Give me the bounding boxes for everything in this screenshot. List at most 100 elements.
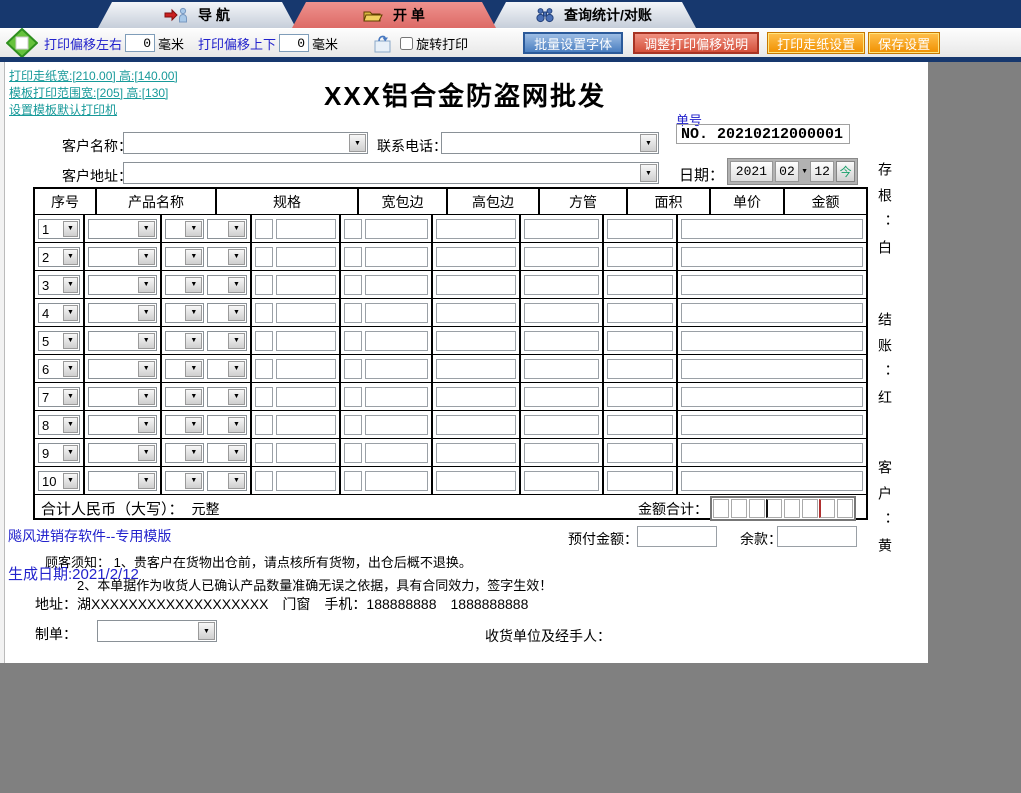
amount-input[interactable]: [681, 443, 863, 463]
height-edge-flag-input[interactable]: [344, 415, 362, 435]
amount-input[interactable]: [681, 415, 863, 435]
unit-price-input[interactable]: [607, 219, 673, 239]
square-tube-input[interactable]: [436, 331, 516, 351]
spec-combo-1[interactable]: ▼: [165, 247, 205, 267]
product-name-combo[interactable]: ▼: [88, 359, 157, 379]
spec-combo-2[interactable]: ▼: [207, 415, 247, 435]
adjust-offset-help-button[interactable]: 调整打印偏移说明: [633, 32, 759, 54]
width-edge-flag-input[interactable]: [255, 303, 273, 323]
area-input[interactable]: [524, 275, 599, 295]
spec-combo-1[interactable]: ▼: [165, 359, 205, 379]
height-edge-input[interactable]: [365, 359, 428, 379]
width-edge-input[interactable]: [276, 359, 336, 379]
height-edge-flag-input[interactable]: [344, 247, 362, 267]
product-name-combo[interactable]: ▼: [88, 471, 157, 491]
row-number-combo[interactable]: 9▼: [38, 443, 80, 463]
spec-combo-2[interactable]: ▼: [207, 471, 247, 491]
height-edge-flag-input[interactable]: [344, 443, 362, 463]
tab-query-statistics[interactable]: 查询统计/对账: [492, 2, 696, 28]
product-name-combo[interactable]: ▼: [88, 443, 157, 463]
product-name-combo[interactable]: ▼: [88, 219, 157, 239]
square-tube-input[interactable]: [436, 471, 516, 491]
amount-input[interactable]: [681, 471, 863, 491]
amount-input[interactable]: [681, 275, 863, 295]
spec-combo-1[interactable]: ▼: [165, 331, 205, 351]
area-input[interactable]: [524, 359, 599, 379]
spec-combo-1[interactable]: ▼: [165, 303, 205, 323]
unit-price-input[interactable]: [607, 387, 673, 407]
balance-input[interactable]: [777, 526, 857, 547]
square-tube-input[interactable]: [436, 219, 516, 239]
unit-price-input[interactable]: [607, 415, 673, 435]
width-edge-input[interactable]: [276, 415, 336, 435]
phone-combo[interactable]: ▼: [441, 132, 659, 154]
width-edge-input[interactable]: [276, 331, 336, 351]
spec-combo-1[interactable]: ▼: [165, 219, 205, 239]
prepaid-input[interactable]: [637, 526, 717, 547]
unit-price-input[interactable]: [607, 303, 673, 323]
height-edge-input[interactable]: [365, 275, 428, 295]
unit-price-input[interactable]: [607, 331, 673, 351]
spec-combo-2[interactable]: ▼: [207, 303, 247, 323]
unit-price-input[interactable]: [607, 359, 673, 379]
width-edge-input[interactable]: [276, 275, 336, 295]
spec-combo-2[interactable]: ▼: [207, 443, 247, 463]
height-edge-input[interactable]: [365, 443, 428, 463]
paper-size-link[interactable]: 打印走纸宽:[210.00] 高:[140.00]: [9, 68, 178, 85]
square-tube-input[interactable]: [436, 275, 516, 295]
default-printer-link[interactable]: 设置模板默认打印机: [9, 102, 178, 119]
width-edge-flag-input[interactable]: [255, 219, 273, 239]
tab-navigation[interactable]: 导 航: [98, 2, 296, 28]
height-edge-input[interactable]: [365, 387, 428, 407]
width-edge-flag-input[interactable]: [255, 387, 273, 407]
spec-combo-2[interactable]: ▼: [207, 275, 247, 295]
date-day[interactable]: 12: [810, 161, 834, 182]
product-name-combo[interactable]: ▼: [88, 275, 157, 295]
unit-price-input[interactable]: [607, 471, 673, 491]
spec-combo-1[interactable]: ▼: [165, 415, 205, 435]
product-name-combo[interactable]: ▼: [88, 331, 157, 351]
area-input[interactable]: [524, 471, 599, 491]
customer-name-combo[interactable]: ▼: [123, 132, 368, 154]
amount-input[interactable]: [681, 331, 863, 351]
maker-combo[interactable]: ▼: [97, 620, 217, 642]
height-edge-flag-input[interactable]: [344, 331, 362, 351]
amount-input[interactable]: [681, 303, 863, 323]
area-input[interactable]: [524, 219, 599, 239]
width-edge-input[interactable]: [276, 219, 336, 239]
area-input[interactable]: [524, 303, 599, 323]
width-edge-input[interactable]: [276, 387, 336, 407]
spec-combo-2[interactable]: ▼: [207, 247, 247, 267]
square-tube-input[interactable]: [436, 303, 516, 323]
spec-combo-1[interactable]: ▼: [165, 387, 205, 407]
width-edge-input[interactable]: [276, 247, 336, 267]
today-button[interactable]: 今: [836, 161, 855, 182]
address-combo[interactable]: ▼: [123, 162, 659, 184]
row-number-combo[interactable]: 2▼: [38, 247, 80, 267]
square-tube-input[interactable]: [436, 359, 516, 379]
date-month[interactable]: 02: [775, 161, 799, 182]
width-edge-input[interactable]: [276, 471, 336, 491]
row-number-combo[interactable]: 8▼: [38, 415, 80, 435]
area-input[interactable]: [524, 331, 599, 351]
height-edge-flag-input[interactable]: [344, 219, 362, 239]
row-number-combo[interactable]: 1▼: [38, 219, 80, 239]
unit-price-input[interactable]: [607, 275, 673, 295]
spec-combo-2[interactable]: ▼: [207, 331, 247, 351]
row-number-combo[interactable]: 5▼: [38, 331, 80, 351]
height-edge-input[interactable]: [365, 247, 428, 267]
height-edge-flag-input[interactable]: [344, 359, 362, 379]
row-number-combo[interactable]: 7▼: [38, 387, 80, 407]
width-edge-flag-input[interactable]: [255, 331, 273, 351]
height-edge-flag-input[interactable]: [344, 387, 362, 407]
tab-create-order[interactable]: 开 单: [292, 2, 496, 28]
width-edge-input[interactable]: [276, 443, 336, 463]
date-year[interactable]: 2021: [730, 161, 773, 182]
area-input[interactable]: [524, 247, 599, 267]
spec-combo-2[interactable]: ▼: [207, 387, 247, 407]
square-tube-input[interactable]: [436, 443, 516, 463]
height-edge-input[interactable]: [365, 331, 428, 351]
spec-combo-1[interactable]: ▼: [165, 471, 205, 491]
batch-font-button[interactable]: 批量设置字体: [523, 32, 623, 54]
save-settings-button[interactable]: 保存设置: [868, 32, 940, 54]
